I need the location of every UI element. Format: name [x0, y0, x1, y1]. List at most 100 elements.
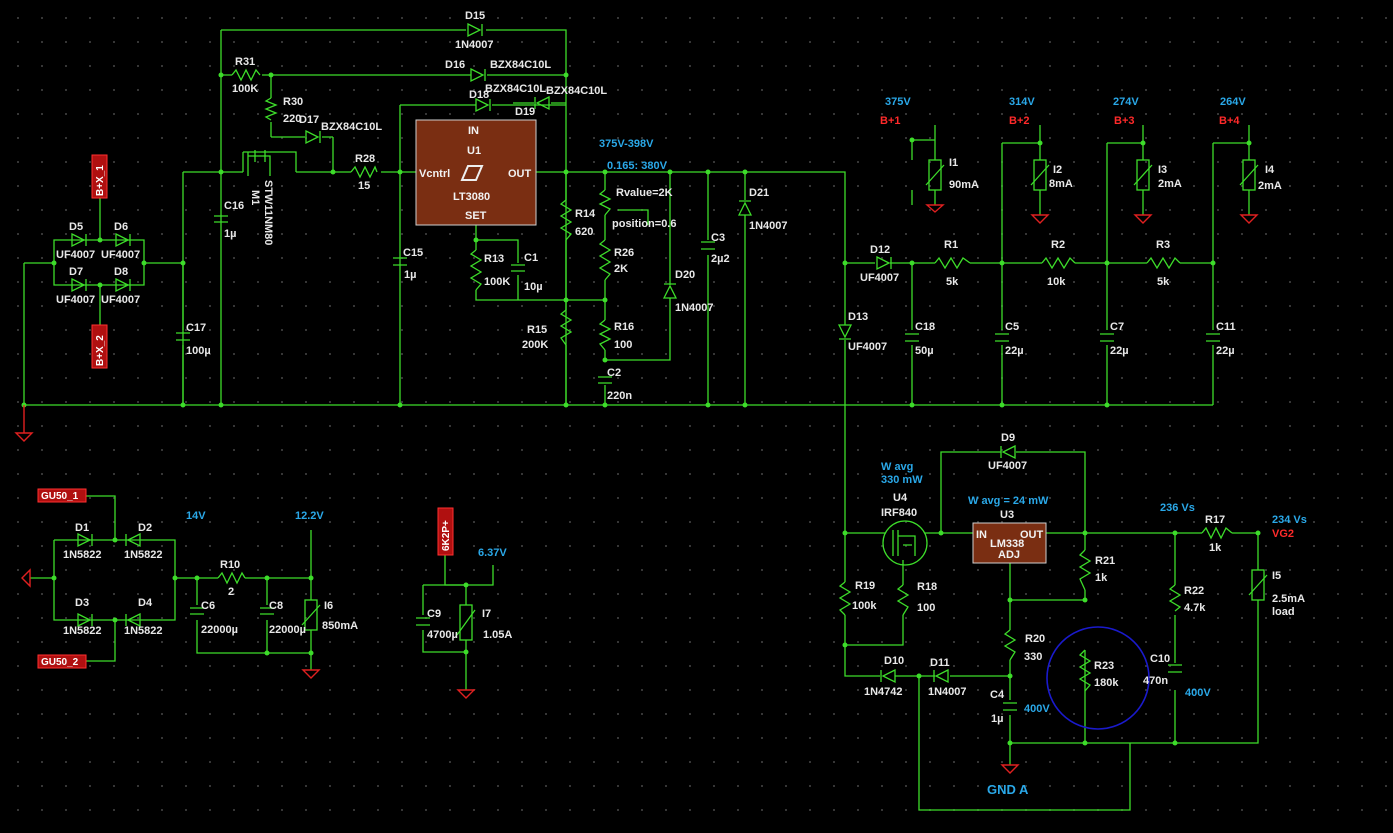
c16-label: C16	[224, 200, 244, 212]
c4-value: 1µ	[991, 713, 1003, 725]
c10-voltage-annotation: 400V	[1185, 687, 1211, 699]
d11-value: 1N4007	[928, 686, 967, 698]
d19-value: BZX84C10L	[546, 85, 607, 97]
r22-value: 4.7k	[1184, 602, 1206, 614]
r14-value: 620	[575, 226, 593, 238]
r26-value: 2K	[614, 263, 628, 275]
v637-annotation: 6.37V	[478, 547, 507, 559]
r13-label: R13	[484, 253, 504, 265]
c6-label: C6	[201, 600, 215, 612]
d3-value: 1N5822	[63, 625, 102, 637]
v14-annotation: 14V	[186, 510, 206, 522]
net-vg2: VG2	[1272, 528, 1294, 540]
d3-label: D3	[75, 597, 89, 609]
r3-symbol	[1146, 256, 1181, 270]
c1-label: C1	[524, 252, 538, 264]
c1-value: 10µ	[524, 281, 543, 293]
u1-name: U1	[467, 145, 481, 157]
i5-value-2: load	[1272, 606, 1295, 618]
schematic-svg[interactable]: IN U1 Vcntrl OUT LT3080 SET IN OUT LM338…	[0, 0, 1393, 833]
r20-label: R20	[1025, 633, 1045, 645]
d12-value: UF4007	[860, 272, 899, 284]
m1-name: M1	[249, 190, 261, 205]
r17-symbol	[1201, 526, 1233, 540]
d2-value: 1N5822	[124, 549, 163, 561]
v314-annotation: 314V	[1009, 96, 1035, 108]
c15-label: C15	[403, 247, 423, 259]
r16-symbol	[598, 319, 612, 351]
c10-symbol	[1168, 664, 1182, 673]
d21-label: D21	[749, 187, 769, 199]
i2-value: 8mA	[1049, 178, 1073, 190]
d5-value: UF4007	[56, 249, 95, 261]
d17-label: D17	[299, 114, 319, 126]
ground-symbols	[14, 204, 1259, 774]
d1-label: D1	[75, 522, 89, 534]
v122-annotation: 12.2V	[295, 510, 324, 522]
net-bx2: B+X_2	[95, 335, 106, 366]
d20-label: D20	[675, 269, 695, 281]
d4-value: 1N5822	[124, 625, 163, 637]
r16-value: 100	[614, 339, 632, 351]
c7-symbol	[1100, 333, 1114, 342]
gnd-a-label: GND A	[987, 782, 1029, 797]
i3-label: I3	[1158, 164, 1167, 176]
d20-symbol	[662, 283, 678, 299]
r1-symbol	[934, 256, 971, 270]
c5-value: 22µ	[1005, 345, 1024, 357]
r22-symbol	[1168, 584, 1182, 612]
i2-label: I2	[1053, 164, 1062, 176]
c7-label: C7	[1110, 321, 1124, 333]
u3-name: U3	[1000, 509, 1014, 521]
d13-value: UF4007	[848, 341, 887, 353]
i1-value: 90mA	[949, 179, 979, 191]
c8-value: 22000µ	[269, 624, 306, 636]
c4-symbol	[1003, 702, 1017, 711]
u1-vctrl: Vcntrl	[419, 168, 450, 180]
c9-label: C9	[427, 608, 441, 620]
r18-value: 100	[917, 602, 935, 614]
r18-label: R18	[917, 581, 937, 593]
i4-value: 2mA	[1258, 180, 1282, 192]
vs234-annotation: 234 Vs	[1272, 514, 1307, 526]
c5-label: C5	[1005, 321, 1019, 333]
net-bp4: B+4	[1219, 115, 1240, 127]
d8-value: UF4007	[101, 294, 140, 306]
m1-part: STW11NM80	[262, 180, 274, 245]
d21-value: 1N4007	[749, 220, 788, 232]
d19-label: D19	[515, 106, 535, 118]
r2-symbol	[1041, 256, 1076, 270]
d15-label: D15	[465, 10, 485, 22]
c16-value: 1µ	[224, 228, 236, 240]
net-bx1: B+X_1	[95, 165, 106, 196]
d11-label: D11	[930, 657, 950, 669]
r31-symbol	[231, 68, 261, 82]
r21-symbol	[1078, 549, 1092, 591]
vs236-annotation: 236 Vs	[1160, 502, 1195, 514]
d13-symbol	[837, 324, 853, 340]
r23-label: R23	[1094, 660, 1114, 672]
d7-label: D7	[69, 266, 83, 278]
d12-label: D12	[870, 244, 890, 256]
net-bp3: B+3	[1114, 115, 1135, 127]
r15-label: R15	[527, 324, 547, 336]
net-bp2: B+2	[1009, 115, 1030, 127]
c7-value: 22µ	[1110, 345, 1129, 357]
i5-value: 2.5mA	[1272, 593, 1305, 605]
net-gu1: GU50_1	[41, 491, 79, 502]
schematic-canvas[interactable]: IN U1 Vcntrl OUT LT3080 SET IN OUT LM338…	[0, 0, 1393, 833]
d9-symbol	[1000, 444, 1016, 460]
m1-transistor	[242, 150, 271, 176]
c11-symbol	[1206, 333, 1220, 342]
net-gu2: GU50_2	[41, 657, 79, 668]
r15-value: 200K	[522, 339, 548, 351]
d10-symbol	[880, 668, 896, 684]
d13-label: D13	[848, 311, 868, 323]
d7-value: UF4007	[56, 294, 95, 306]
d4-label: D4	[138, 597, 153, 609]
d9-label: D9	[1001, 432, 1015, 444]
r26-symbol	[598, 239, 612, 281]
v375-annotation: 375V	[885, 96, 911, 108]
r16-label: R16	[614, 321, 634, 333]
c10-label: C10	[1150, 653, 1170, 665]
